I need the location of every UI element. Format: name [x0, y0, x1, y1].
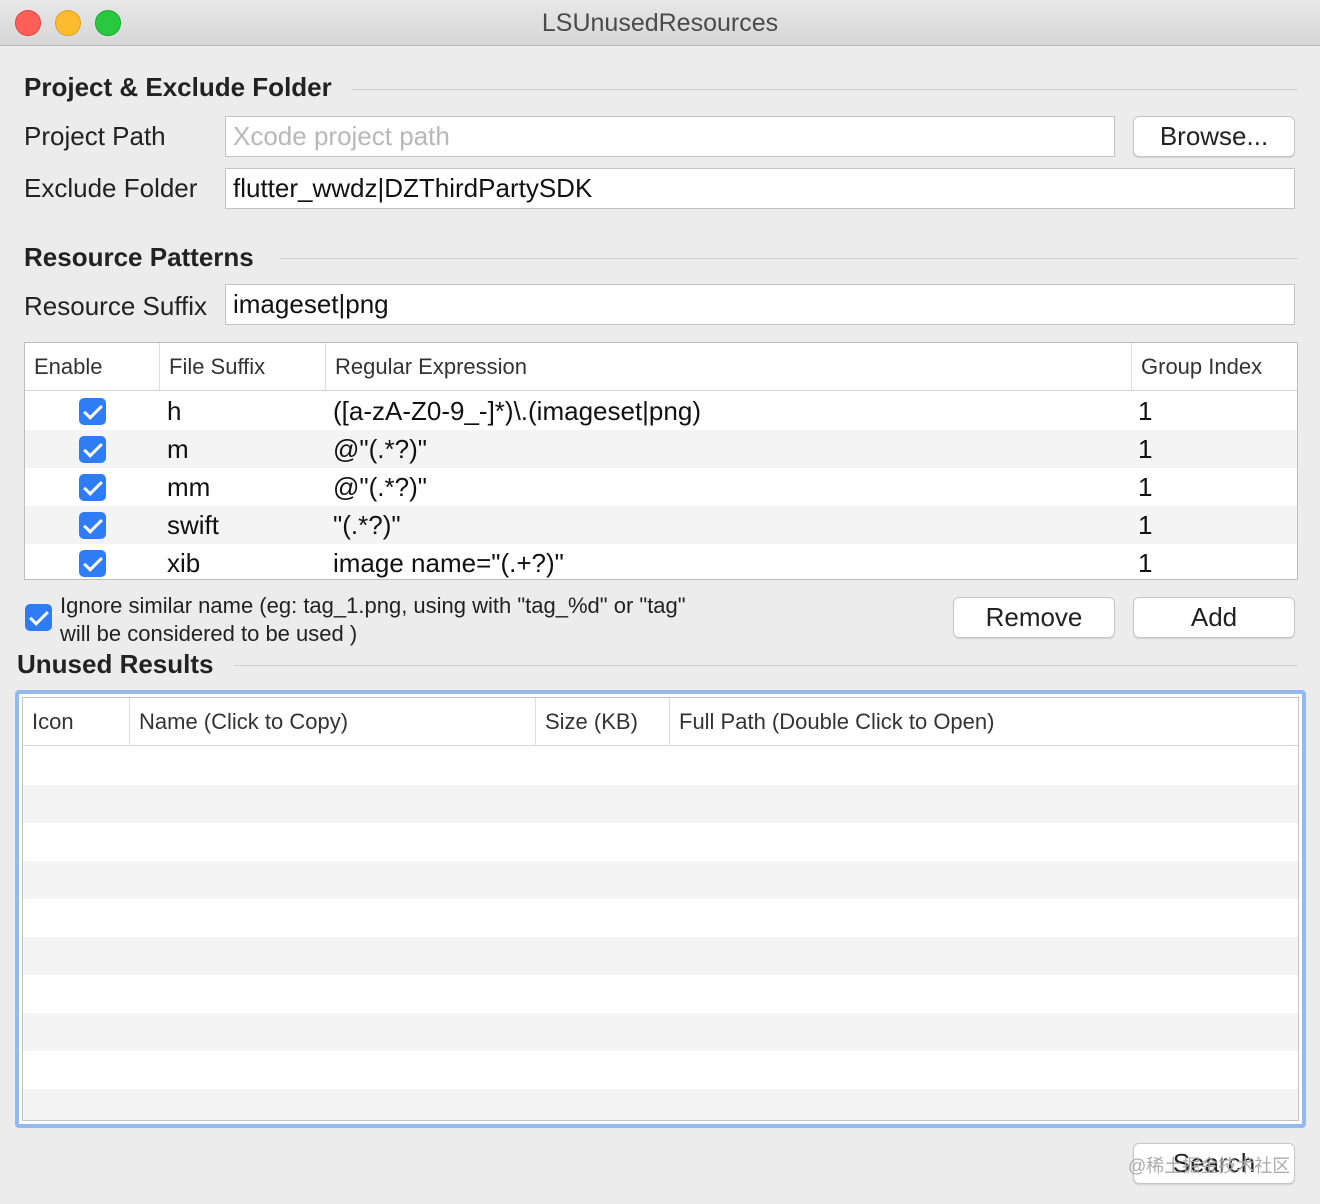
regex-cell: image name="(.+?)": [333, 548, 564, 578]
empty-row-stripe: [23, 785, 1298, 823]
patterns-table[interactable]: Enable File Suffix Regular Expression Gr…: [24, 342, 1298, 580]
exclude-folder-input[interactable]: flutter_wwdz|DZThirdPartySDK: [225, 168, 1295, 209]
enable-checkbox[interactable]: [79, 474, 106, 501]
add-button[interactable]: Add: [1133, 597, 1295, 638]
group-index-cell: 1: [1138, 510, 1153, 540]
column-header-size[interactable]: Size (KB): [535, 698, 669, 746]
ignore-similar-checkbox[interactable]: [25, 604, 52, 631]
browse-button[interactable]: Browse...: [1133, 116, 1295, 157]
project-path-input[interactable]: Xcode project path: [225, 116, 1115, 157]
app-window: LSUnusedResources Project & Exclude Fold…: [0, 0, 1320, 1204]
regex-cell: @"(.*?)": [333, 434, 427, 464]
watermark: @稀土掘金技术社区: [1128, 1156, 1291, 1176]
project-section-divider: [352, 89, 1298, 90]
patterns-section-divider: [280, 258, 1298, 259]
column-header-group-index[interactable]: Group Index: [1131, 343, 1297, 391]
table-row[interactable]: mm @"(.*?)" 1: [25, 468, 1297, 506]
regex-cell: ([a-zA-Z0-9_-]*)\.(imageset|png): [333, 396, 701, 426]
empty-row-stripe: [23, 937, 1298, 975]
empty-row-stripe: [23, 1089, 1298, 1120]
table-row[interactable]: swift "(.*?)" 1: [25, 506, 1297, 544]
enable-checkbox[interactable]: [79, 398, 106, 425]
group-index-cell: 1: [1138, 472, 1153, 502]
results-table-header: Icon Name (Click to Copy) Size (KB) Full…: [23, 698, 1298, 746]
remove-button[interactable]: Remove: [953, 597, 1115, 638]
enable-checkbox[interactable]: [79, 550, 106, 577]
file-suffix-cell: swift: [167, 510, 219, 540]
ignore-similar-label-line1: Ignore similar name (eg: tag_1.png, usin…: [60, 593, 686, 618]
window-title: LSUnusedResources: [541, 9, 779, 37]
file-suffix-cell: h: [167, 396, 182, 426]
group-index-cell: 1: [1138, 396, 1153, 426]
file-suffix-cell: m: [167, 434, 189, 464]
file-suffix-cell: mm: [167, 472, 211, 502]
enable-checkbox[interactable]: [79, 436, 106, 463]
patterns-section-title: Resource Patterns: [24, 242, 254, 272]
regex-cell: "(.*?)": [333, 510, 401, 540]
patterns-table-header: Enable File Suffix Regular Expression Gr…: [25, 343, 1297, 391]
title-bar: LSUnusedResources: [0, 0, 1320, 46]
resource-suffix-label: Resource Suffix: [24, 291, 208, 321]
table-row[interactable]: h ([a-zA-Z0-9_-]*)\.(imageset|png) 1: [25, 392, 1297, 430]
regex-cell: @"(.*?)": [333, 472, 427, 502]
results-table-body[interactable]: Icon Name (Click to Copy) Size (KB) Full…: [22, 697, 1299, 1121]
file-suffix-cell: xib: [167, 548, 201, 578]
exclude-folder-label: Exclude Folder: [24, 173, 198, 203]
column-header-enable[interactable]: Enable: [25, 343, 159, 391]
table-row[interactable]: m @"(.*?)" 1: [25, 430, 1297, 468]
table-row[interactable]: xib image name="(.+?)" 1: [25, 544, 1297, 579]
column-header-name[interactable]: Name (Click to Copy): [129, 698, 535, 746]
column-header-icon[interactable]: Icon: [23, 698, 129, 746]
project-path-label: Project Path: [24, 121, 166, 151]
ignore-similar-label-line2: will be considered to be used ): [60, 621, 358, 646]
project-section-title: Project & Exclude Folder: [24, 72, 332, 102]
empty-row-stripe: [23, 861, 1298, 899]
enable-checkbox[interactable]: [79, 512, 106, 539]
results-section-title: Unused Results: [17, 649, 214, 679]
empty-row-stripe: [23, 1013, 1298, 1051]
group-index-cell: 1: [1138, 434, 1153, 464]
results-table[interactable]: Icon Name (Click to Copy) Size (KB) Full…: [15, 690, 1306, 1128]
column-header-regular-expression[interactable]: Regular Expression: [325, 343, 1131, 391]
group-index-cell: 1: [1138, 548, 1153, 578]
results-section-divider: [234, 665, 1298, 666]
column-header-full-path[interactable]: Full Path (Double Click to Open): [669, 698, 1298, 746]
column-header-file-suffix[interactable]: File Suffix: [159, 343, 325, 391]
resource-suffix-input[interactable]: imageset|png: [225, 284, 1295, 325]
